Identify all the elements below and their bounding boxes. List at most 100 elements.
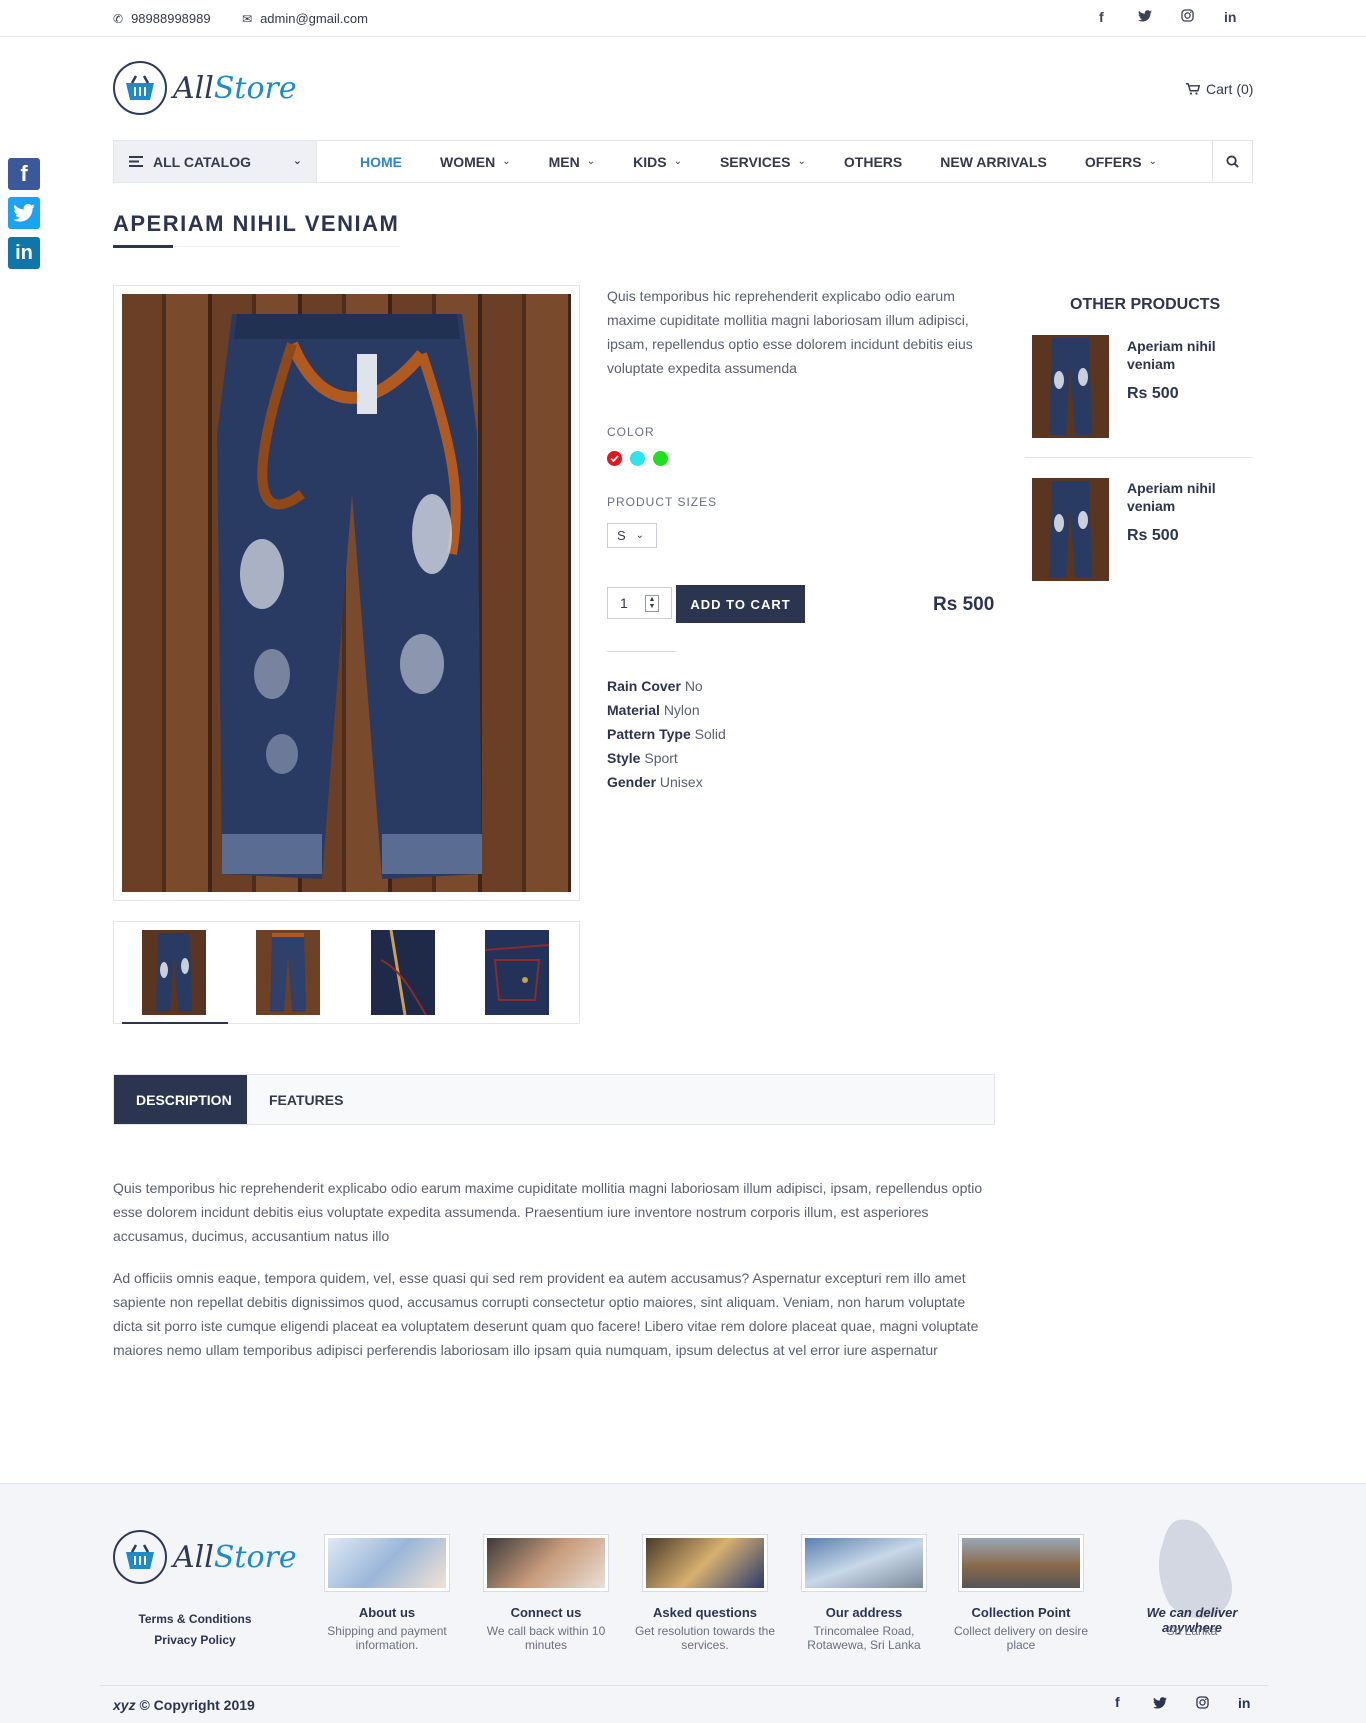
connect-us-card-image[interactable]: [483, 1534, 609, 1592]
attribute-row: Rain Cover No: [607, 678, 703, 694]
nav-item-men[interactable]: MEN ⌄: [549, 154, 596, 170]
product-tabs: DESCRIPTION FEATURES: [113, 1074, 995, 1125]
chevron-down-icon: ⌄: [586, 156, 596, 167]
collection-point-card-image[interactable]: [958, 1534, 1084, 1592]
catalog-label: ALL CATALOG: [153, 153, 251, 170]
footer-card-title-1[interactable]: About us: [312, 1605, 462, 1620]
hamburger-icon: [129, 156, 143, 167]
color-swatch-1[interactable]: [607, 451, 622, 466]
nav-item-offers[interactable]: OFFERS ⌄: [1085, 154, 1157, 170]
bottom-bar-inner: xyz © Copyright 2019 f in: [100, 1685, 1268, 1723]
nav-item-women[interactable]: WOMEN ⌄: [440, 154, 511, 170]
email-address[interactable]: admin@gmail.com: [260, 11, 368, 26]
tab-description[interactable]: DESCRIPTION: [114, 1075, 247, 1124]
tab-features[interactable]: FEATURES: [247, 1075, 365, 1124]
cart-link[interactable]: Cart (0): [1186, 81, 1253, 97]
all-catalog-dropdown[interactable]: ALL CATALOG ⌄: [114, 141, 317, 182]
description-paragraph-1: Quis temporibus hic reprehenderit explic…: [113, 1180, 983, 1244]
footer-card-title-5[interactable]: Collection Point: [946, 1605, 1096, 1620]
footer-logo[interactable]: AllStore: [113, 1530, 297, 1584]
attribute-value: Solid: [694, 726, 726, 742]
size-value: S: [617, 528, 626, 543]
chevron-down-icon: ⌄: [673, 156, 682, 167]
nav-item-label: HOME: [360, 153, 402, 170]
product-main-image[interactable]: [113, 285, 580, 901]
side-linkedin-button[interactable]: in: [8, 237, 40, 269]
quantity-value: 1: [620, 595, 628, 611]
facebook-icon[interactable]: f: [1115, 1694, 1120, 1710]
nav-item-others[interactable]: OTHERS: [844, 154, 902, 170]
twitter-icon[interactable]: [1153, 1696, 1167, 1714]
nav-item-home[interactable]: HOME: [360, 154, 402, 170]
phone-number: 98988998989: [131, 11, 211, 26]
nav-item-new-arrivals[interactable]: NEW ARRIVALS: [940, 154, 1047, 170]
attribute-key: Gender: [607, 774, 657, 790]
privacy-link[interactable]: Privacy Policy: [120, 1633, 270, 1647]
linkedin-icon[interactable]: in: [1238, 1695, 1250, 1711]
footer-card-sub-4: Trincomalee Road, Rotawewa, Sri Lanka: [807, 1624, 921, 1652]
attribute-value: Sport: [644, 750, 678, 766]
other-product-1-name[interactable]: Aperiam nihil veniam: [1127, 337, 1237, 373]
our-address-card-image[interactable]: [801, 1534, 927, 1592]
footer-card-sub-5: Collect delivery on desire place: [953, 1624, 1089, 1652]
envelope-icon: ✉: [242, 11, 253, 26]
cart-label: Cart (0): [1206, 81, 1254, 97]
nav-item-label: WOMEN: [440, 153, 496, 170]
add-to-cart-button[interactable]: ADD TO CART: [676, 585, 805, 623]
logo-wordmark: AllStore: [173, 1539, 297, 1575]
attribute-value: No: [684, 678, 703, 694]
thumbnail-2[interactable]: [256, 930, 320, 1015]
nav-item-label: NEW ARRIVALS: [940, 153, 1047, 170]
search-button[interactable]: [1212, 141, 1252, 182]
jeans-photo: [122, 294, 571, 892]
quantity-stepper[interactable]: 1 ▲ ▼: [607, 587, 672, 619]
side-twitter-button[interactable]: [8, 197, 40, 229]
attribute-key: Pattern Type: [607, 726, 691, 742]
attribute-row: Material Nylon: [607, 702, 700, 718]
instagram-icon[interactable]: [1181, 9, 1194, 25]
attribute-key: Material: [607, 702, 660, 718]
page-title: APERIAM NIHIL VENIAM: [113, 211, 400, 236]
phone-contact: ✆ 98988998989: [113, 11, 211, 26]
facebook-icon: f: [20, 161, 28, 186]
product-price: Rs 500: [933, 594, 995, 615]
linkedin-icon[interactable]: in: [1224, 9, 1236, 25]
nav-item-kids[interactable]: KIDS ⌄: [633, 154, 682, 170]
other-products-separator: [1025, 457, 1253, 458]
description-paragraph-2: Ad officiis omnis eaque, tempora quidem,…: [113, 1270, 979, 1358]
other-product-2-image[interactable]: [1032, 478, 1109, 581]
thumbnail-3[interactable]: [371, 929, 435, 1016]
other-product-2-name[interactable]: Aperiam nihil veniam: [1127, 479, 1237, 515]
thumbnail-1[interactable]: [142, 930, 206, 1015]
thumbnail-4[interactable]: [484, 930, 550, 1015]
email-contact[interactable]: ✉ admin@gmail.com: [242, 11, 368, 26]
other-product-1-price: Rs 500: [1127, 385, 1179, 402]
stepper-arrows-icon[interactable]: ▲ ▼: [645, 595, 659, 612]
other-product-1-image[interactable]: [1032, 335, 1109, 438]
footer-card-title-3[interactable]: Asked questions: [630, 1605, 780, 1620]
footer-card-title-2[interactable]: Connect us: [471, 1605, 621, 1620]
instagram-icon[interactable]: [1196, 1696, 1209, 1714]
color-label: COLOR: [607, 425, 655, 439]
basket-logo-icon: [113, 1530, 167, 1584]
nav-item-services[interactable]: SERVICES ⌄: [720, 154, 806, 170]
facebook-icon[interactable]: f: [1099, 9, 1104, 25]
about-us-card-image[interactable]: [324, 1534, 450, 1592]
product-thumbnails: [113, 921, 580, 1024]
side-facebook-button[interactable]: f: [8, 158, 40, 190]
terms-link[interactable]: Terms & Conditions: [120, 1612, 270, 1626]
asked-questions-card-image[interactable]: [642, 1534, 768, 1592]
attribute-row: Pattern Type Solid: [607, 726, 726, 742]
footer-card-title-4[interactable]: Our address: [789, 1605, 939, 1620]
color-swatch-3[interactable]: [653, 451, 668, 466]
size-select[interactable]: S ⌄: [607, 523, 657, 548]
attribute-value: Unisex: [659, 774, 703, 790]
chevron-down-icon: ⌄: [1148, 156, 1157, 167]
twitter-icon[interactable]: [1138, 9, 1152, 25]
color-swatch-2[interactable]: [630, 451, 645, 466]
top-bar: ✆ 98988998989 ✉ admin@gmail.com f in: [0, 0, 1366, 37]
other-products-title: OTHER PRODUCTS: [1070, 296, 1221, 313]
sizes-label: PRODUCT SIZES: [607, 495, 718, 509]
logo[interactable]: AllStore: [113, 61, 297, 115]
basket-logo-icon: [113, 61, 167, 115]
